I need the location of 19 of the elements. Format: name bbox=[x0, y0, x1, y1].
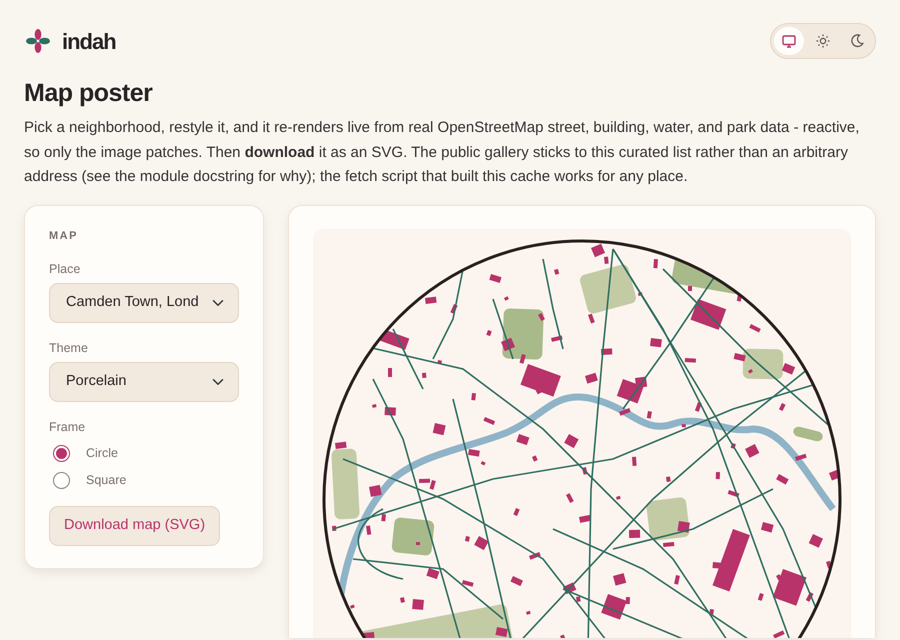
sun-icon bbox=[816, 34, 830, 48]
field-label: Frame bbox=[49, 418, 86, 436]
monitor-icon bbox=[782, 34, 796, 48]
field-label: Place bbox=[49, 261, 82, 278]
circle-radio-button[interactable] bbox=[53, 445, 70, 462]
field-label: Theme bbox=[49, 340, 89, 357]
section-heading: MAP bbox=[49, 228, 79, 244]
download-button[interactable]: Download map (SVG) bbox=[49, 506, 220, 546]
square-radio-button[interactable] bbox=[53, 472, 70, 489]
system-theme-button[interactable] bbox=[774, 27, 804, 55]
theme-select[interactable]: Porcelain bbox=[49, 362, 239, 402]
brand-name: indah bbox=[62, 28, 116, 56]
intro-paragraph: Pick a neighborhood, restyle it, and it re-renders live from real OpenStreetMap street, building, water, and park data - reactive, so only the image patches. Then download it as an SVG. The public gallery sticks to this curated list rather than an arbitrary address (see the module docstring for why); the fetch script that built this cache works for any place. bbox=[24, 118, 860, 187]
page-title: Map poster bbox=[24, 78, 154, 108]
flower-logo-icon bbox=[26, 29, 50, 53]
radio-label: Circle bbox=[86, 445, 118, 462]
radio-label: Square bbox=[86, 472, 126, 489]
place-select[interactable]: Camden Town, Lond bbox=[49, 282, 239, 323]
moon-icon bbox=[850, 34, 864, 48]
